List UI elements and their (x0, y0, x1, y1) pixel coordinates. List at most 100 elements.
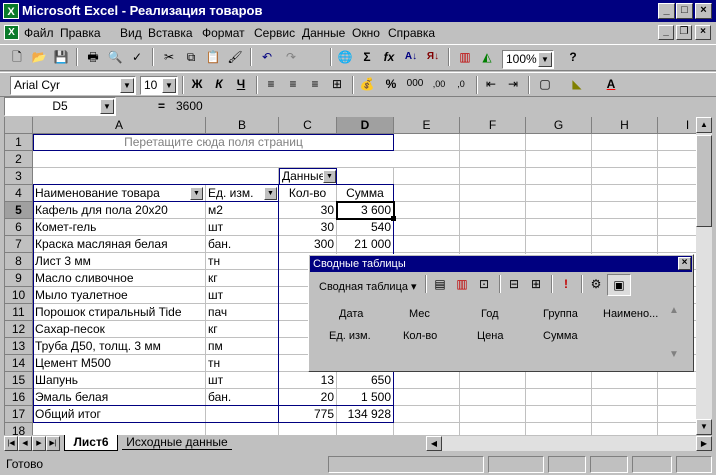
row-header[interactable]: 8 (5, 253, 33, 270)
row-header[interactable]: 10 (5, 287, 33, 304)
menu-tools[interactable]: Сервис (254, 26, 295, 40)
excel-app-icon[interactable]: X (3, 3, 19, 19)
paste-icon[interactable]: 📋 (202, 47, 224, 67)
show-fields-icon[interactable]: ▣ (607, 274, 631, 296)
menu-data[interactable]: Данные (302, 26, 345, 40)
pivot-toolbar-title[interactable]: Сводные таблицы (310, 256, 692, 272)
next-sheet-icon[interactable]: ▶ (32, 436, 46, 451)
doc-minimize-button[interactable]: _ (658, 25, 674, 40)
print-preview-icon[interactable]: 🔍 (104, 47, 126, 67)
merge-center-icon[interactable]: ⊞ (326, 74, 348, 94)
row-header[interactable]: 9 (5, 270, 33, 287)
chevron-down-icon[interactable]: ▼ (538, 52, 552, 67)
column-header-h[interactable]: H (592, 117, 658, 134)
scroll-right-icon[interactable]: ▶ (696, 436, 712, 451)
minimize-button[interactable]: _ (658, 3, 675, 19)
column-header-d[interactable]: D (337, 117, 394, 134)
spelling-icon[interactable]: ✓ (126, 47, 148, 67)
pivot-field[interactable]: Год (481, 308, 499, 320)
pivot-field[interactable]: Цена (477, 330, 503, 342)
font-size-combo[interactable]: 10 ▼ (140, 76, 178, 95)
pivot-field[interactable]: Кол-во (403, 330, 437, 342)
row-header[interactable]: 17 (5, 406, 33, 423)
row-header[interactable]: 3 (5, 168, 33, 185)
row-header[interactable]: 12 (5, 321, 33, 338)
drawing-icon[interactable]: ◭ (476, 47, 498, 67)
hide-detail-icon[interactable]: ⊟ (503, 274, 525, 294)
chevron-down-icon[interactable]: ▼ (100, 99, 114, 114)
row-header[interactable]: 18 (5, 423, 33, 435)
row-header[interactable]: 5 (5, 202, 33, 219)
row-header[interactable]: 11 (5, 304, 33, 321)
redo-icon[interactable]: ↷ (280, 47, 302, 67)
prev-sheet-icon[interactable]: ◀ (18, 436, 32, 451)
field-list-up-icon[interactable]: ▲ (669, 305, 679, 316)
menu-file[interactable]: Файл (24, 26, 54, 40)
row-header[interactable]: 15 (5, 372, 33, 389)
new-icon[interactable]: 🗋 (6, 47, 28, 67)
save-icon[interactable]: 💾 (50, 47, 72, 67)
pivot-table-toolbar[interactable]: Сводные таблицы × Сводная таблица ▾ ▤ ▥ … (308, 254, 694, 372)
autosum-icon[interactable]: Σ (356, 47, 378, 67)
pivot-table-menu[interactable]: Сводная таблица ▾ (319, 280, 417, 293)
menu-view[interactable]: Вид (120, 26, 142, 40)
print-icon[interactable]: 🖶 (82, 47, 104, 67)
close-icon[interactable]: × (678, 257, 691, 270)
pivot-field[interactable]: Ед. изм. (329, 330, 371, 342)
field-list-down-icon[interactable]: ▼ (669, 349, 679, 360)
undo-icon[interactable]: ↶ (256, 47, 278, 67)
menu-window[interactable]: Окно (352, 26, 380, 40)
active-cell-outline[interactable] (336, 201, 395, 220)
row-header[interactable]: 6 (5, 219, 33, 236)
workbook-icon[interactable]: X (4, 25, 19, 40)
row-header[interactable]: 1 (5, 134, 33, 151)
format-report-icon[interactable]: ▤ (429, 274, 451, 294)
chart-wizard-icon[interactable]: ▥ (451, 274, 473, 294)
pivot-field[interactable]: Дата (339, 308, 363, 320)
scroll-thumb[interactable] (696, 135, 712, 227)
menu-edit[interactable]: Правка (60, 26, 101, 40)
indent-icon[interactable]: ⇥ (502, 74, 524, 94)
select-all-corner[interactable] (5, 117, 33, 134)
sort-ascending-icon[interactable]: А↓ (400, 47, 422, 67)
chevron-down-icon[interactable]: ▼ (162, 78, 176, 93)
horizontal-scrollbar[interactable] (442, 436, 696, 451)
decrease-decimal-icon[interactable]: ,0 (450, 74, 472, 94)
scroll-left-icon[interactable]: ◀ (426, 436, 442, 451)
chart-wizard-icon[interactable]: ▥ (454, 47, 476, 67)
italic-button[interactable]: К (208, 74, 230, 94)
field-settings-icon[interactable]: ⚙ (585, 274, 607, 294)
zoom-combo[interactable]: 100% ▼ (502, 50, 554, 69)
bold-button[interactable]: Ж (186, 74, 208, 94)
thousands-button[interactable]: 000 (404, 74, 426, 94)
align-right-icon[interactable]: ≡ (304, 74, 326, 94)
row-header[interactable]: 14 (5, 355, 33, 372)
row-header[interactable]: 4 (5, 185, 33, 202)
borders-icon[interactable]: ▢ (534, 74, 556, 94)
row-header[interactable]: 16 (5, 389, 33, 406)
outdent-icon[interactable]: ⇤ (480, 74, 502, 94)
show-detail-icon[interactable]: ⊞ (525, 274, 547, 294)
column-header-i[interactable]: I (658, 117, 696, 134)
pivot-field[interactable]: Наимено... (603, 308, 658, 320)
coin-icon[interactable]: 💰 (356, 74, 378, 94)
pivot-wizard-icon[interactable]: ⊡ (473, 274, 495, 294)
font-combo[interactable]: Arial Cyr ▼ (10, 76, 136, 95)
align-left-icon[interactable]: ≡ (260, 74, 282, 94)
format-painter-icon[interactable]: 🖌 (224, 47, 246, 67)
cut-icon[interactable]: ✂ (158, 47, 180, 67)
chevron-down-icon[interactable]: ▼ (120, 78, 134, 93)
scroll-up-icon[interactable]: ▲ (696, 117, 712, 133)
doc-close-button[interactable]: × (695, 25, 711, 40)
maximize-button[interactable]: □ (676, 3, 693, 19)
first-sheet-icon[interactable]: |◀ (4, 436, 18, 451)
fill-color-icon[interactable]: ◣ (566, 74, 588, 94)
hyperlink-icon[interactable]: 🌐 (334, 47, 356, 67)
open-icon[interactable]: 📂 (28, 47, 50, 67)
menu-help[interactable]: Справка (388, 26, 435, 40)
refresh-data-icon[interactable]: ! (555, 274, 577, 294)
row-header[interactable]: 7 (5, 236, 33, 253)
column-header-b[interactable]: B (206, 117, 279, 134)
close-button[interactable]: × (695, 3, 712, 19)
last-sheet-icon[interactable]: ▶| (46, 436, 60, 451)
